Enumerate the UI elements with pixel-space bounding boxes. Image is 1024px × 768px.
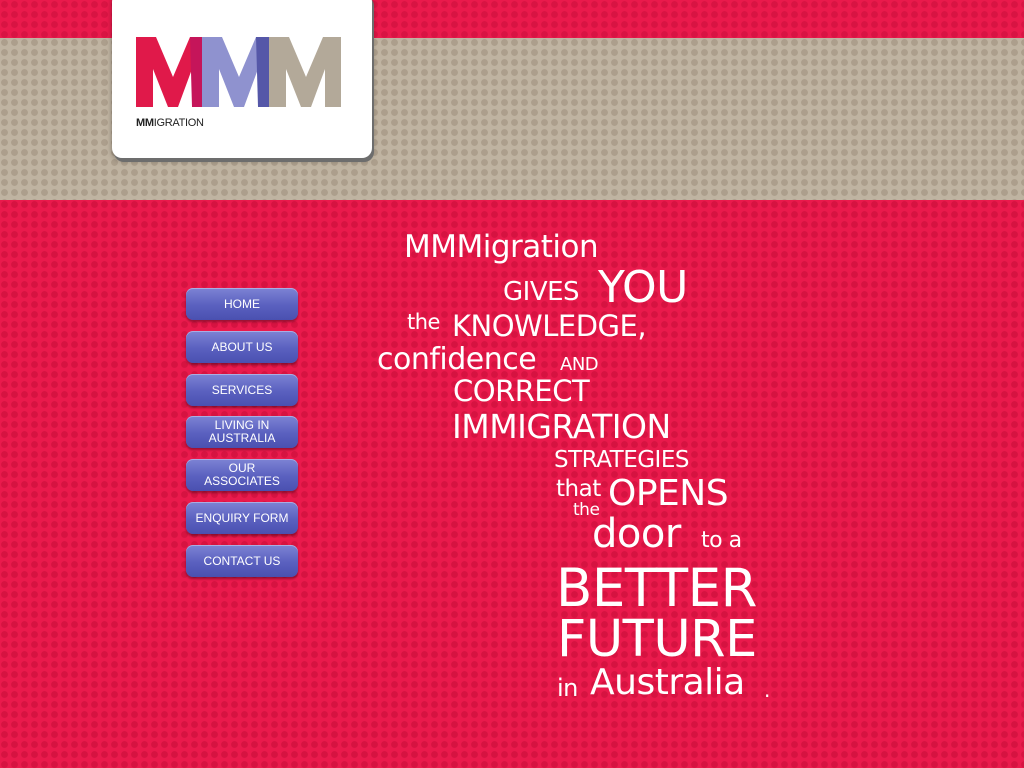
logo-m3 (269, 37, 341, 107)
nav-home-button[interactable]: HOME (186, 288, 298, 320)
logo-wordmark: MMIGRATION (136, 117, 204, 129)
nav-our-associates-button[interactable]: OUR ASSOCIATES (186, 459, 298, 491)
nav-services-button[interactable]: SERVICES (186, 374, 298, 406)
logo-card[interactable]: MMIGRATION (112, 0, 372, 158)
nav-living-in-australia-button[interactable]: LIVING IN AUSTRALIA (186, 416, 298, 448)
nav-contact-us-button[interactable]: CONTACT US (186, 545, 298, 577)
nav-about-us-button[interactable]: ABOUT US (186, 331, 298, 363)
logo-wordmark-bold: MM (136, 117, 154, 129)
world-map-pattern-body (0, 200, 1024, 768)
nav-enquiry-form-button[interactable]: ENQUIRY FORM (186, 502, 298, 534)
logo-wordmark-rest: IGRATION (153, 117, 204, 129)
mmm-logo-mark (136, 37, 341, 107)
